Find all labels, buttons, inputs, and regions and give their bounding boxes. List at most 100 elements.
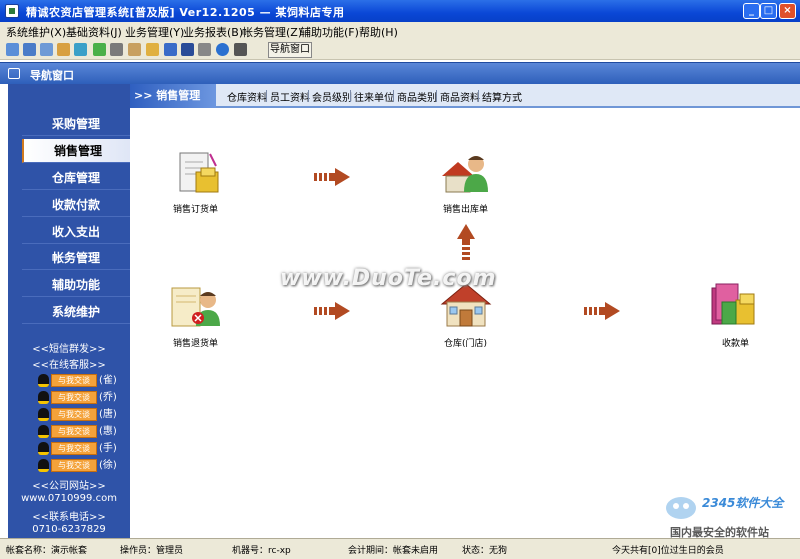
window-icon <box>8 68 20 79</box>
flow-arrow-right <box>584 302 620 320</box>
tab-product-category[interactable]: 商品类别 <box>397 89 437 104</box>
sales-order-label[interactable]: 销售订货单 <box>173 202 218 215</box>
menu-reports[interactable]: 业务报表(B) <box>183 24 243 40</box>
status-account: 帐套名称：演示帐套 <box>6 546 88 556</box>
watermark-logo-icon <box>666 497 696 519</box>
flow-arrow-right <box>314 302 350 320</box>
sales-return-label[interactable]: 销售退货单 <box>173 336 218 349</box>
tab-divider <box>436 90 437 102</box>
qq-contact-name: (乔) <box>99 392 117 403</box>
toolbar-monitor-icon[interactable] <box>74 43 87 56</box>
toolbar-box-icon[interactable] <box>128 43 141 56</box>
toolbar-exit-icon[interactable] <box>234 43 247 56</box>
sidebar-item-warehouse[interactable]: 仓库管理 <box>22 166 130 190</box>
sidebar-item-accounts[interactable]: 帐务管理 <box>22 246 130 270</box>
menu-help[interactable]: 帮助(H) <box>359 24 398 40</box>
toolbar-list-icon[interactable] <box>23 43 36 56</box>
receipt-icon[interactable] <box>708 282 760 330</box>
tab-settlement[interactable]: 结算方式 <box>482 89 522 104</box>
qq-contact[interactable]: 与我交谈 (徐) <box>38 459 122 472</box>
qq-contact[interactable]: 与我交谈 (乔) <box>38 391 122 404</box>
toolbar-tools-icon[interactable] <box>110 43 123 56</box>
qq-chat-button[interactable]: 与我交谈 <box>51 425 97 438</box>
sales-order-icon[interactable] <box>174 150 226 198</box>
nav-window-button[interactable]: 导航窗口 <box>268 42 312 58</box>
toolbar: 导航窗口 <box>0 40 800 60</box>
qq-contact[interactable]: 与我交谈 (唐) <box>38 408 122 421</box>
qq-contact-name: (手) <box>99 443 117 454</box>
menu-business[interactable]: 业务管理(Y) <box>125 24 184 40</box>
sidebar-item-system[interactable]: 系统维护 <box>22 300 130 324</box>
qq-chat-button[interactable]: 与我交谈 <box>51 408 97 421</box>
sidebar-item-purchase[interactable]: 采购管理 <box>22 112 130 136</box>
toolbar-mail-icon[interactable] <box>164 43 177 56</box>
qq-penguin-icon <box>38 459 49 472</box>
toolbar-help-icon[interactable] <box>216 43 229 56</box>
qq-chat-button[interactable]: 与我交谈 <box>51 442 97 455</box>
qq-chat-button[interactable]: 与我交谈 <box>51 391 97 404</box>
sidebar-item-payments[interactable]: 收款付款 <box>22 193 130 217</box>
flow-arrow-right <box>314 168 350 186</box>
toolbar-arrow-icon[interactable] <box>93 43 106 56</box>
status-period: 会计期间：帐套未启用 <box>348 546 439 556</box>
qq-contact[interactable]: 与我交谈 (惠) <box>38 425 122 438</box>
receipt-label[interactable]: 收款单 <box>722 336 749 349</box>
tab-warehouse-data[interactable]: 仓库资料 <box>227 89 267 104</box>
service-link[interactable]: <<在线客服>> <box>8 356 130 371</box>
sales-outbound-label[interactable]: 销售出库单 <box>443 202 488 215</box>
qq-penguin-icon <box>38 408 49 421</box>
qq-contact[interactable]: 与我交谈 (手) <box>38 442 122 455</box>
toolbar-export-icon[interactable] <box>146 43 159 56</box>
menu-utilities[interactable]: 辅助功能(F) <box>300 24 359 40</box>
toolbar-window-icon[interactable] <box>6 43 19 56</box>
qq-penguin-icon <box>38 374 49 387</box>
flow-arrow-up <box>457 224 475 260</box>
toolbar-save-icon[interactable] <box>181 43 194 56</box>
close-button[interactable]: × <box>779 3 796 19</box>
toolbar-table-icon[interactable] <box>40 43 53 56</box>
tab-divider <box>308 90 309 102</box>
tab-divider <box>393 90 394 102</box>
menu-system[interactable]: 系统维护(X) <box>6 24 66 40</box>
tab-employee-data[interactable]: 员工资料 <box>270 89 310 104</box>
sidebar: 采购管理 销售管理 仓库管理 收款付款 收入支出 帐务管理 辅助功能 系统维护 … <box>8 84 130 539</box>
nav-window-header: 导航窗口 <box>0 62 800 84</box>
tab-member-level[interactable]: 会员级别 <box>312 89 352 104</box>
sidebar-item-utilities[interactable]: 辅助功能 <box>22 273 130 297</box>
sales-return-icon[interactable] <box>170 284 222 332</box>
sidebar-item-income[interactable]: 收入支出 <box>22 220 130 244</box>
status-operator: 操作员：管理员 <box>120 546 184 556</box>
qq-contact[interactable]: 与我交谈 (雀) <box>38 374 122 387</box>
minimize-button[interactable]: _ <box>743 3 760 19</box>
toolbar-print-icon[interactable] <box>198 43 211 56</box>
website-link[interactable]: www.0710999.com <box>8 493 130 504</box>
qq-penguin-icon <box>38 391 49 404</box>
tab-divider <box>350 90 351 102</box>
menu-basic-data[interactable]: 基础资料(J) <box>66 24 122 40</box>
maximize-button[interactable]: □ <box>760 3 777 19</box>
qq-penguin-icon <box>38 425 49 438</box>
tab-divider <box>266 90 267 102</box>
sales-outbound-icon[interactable] <box>440 150 492 198</box>
qq-chat-button[interactable]: 与我交谈 <box>51 459 97 472</box>
sidebar-item-sales[interactable]: 销售管理 <box>22 139 130 163</box>
status-machine: 机器号：rc-xp <box>232 546 291 556</box>
qq-contact-name: (唐) <box>99 409 117 420</box>
phone-number: 0710-6237829 <box>32 524 106 535</box>
status-birthday: 今天共有[0]位过生日的会员 <box>612 546 724 556</box>
qq-contact-name: (惠) <box>99 426 117 437</box>
watermark-brand: 2345软件大全 <box>702 496 784 510</box>
toolbar-folder-icon[interactable] <box>57 43 70 56</box>
sms-link[interactable]: <<短信群发>> <box>8 340 130 355</box>
menu-bar: 系统维护(X) 基础资料(J) 业务管理(Y) 业务报表(B) 帐务管理(Z) … <box>0 22 800 40</box>
warehouse-label[interactable]: 仓库(门店) <box>444 336 487 349</box>
section-title: >> 销售管理 <box>130 84 216 108</box>
title-bar: 精诚农资店管理系统[普及版] Ver12.1205 — 某饲料店专用 _ □ × <box>0 0 800 22</box>
main-content: >> 销售管理 仓库资料 员工资料 会员级别 往来单位 商品类别 商品资料 结算… <box>130 84 800 539</box>
menu-accounts[interactable]: 帐务管理(Z) <box>242 24 302 40</box>
qq-chat-button[interactable]: 与我交谈 <box>51 374 97 387</box>
tab-partners[interactable]: 往来单位 <box>354 89 394 104</box>
status-state: 状态：无狗 <box>462 546 508 556</box>
tab-product-data[interactable]: 商品资料 <box>440 89 480 104</box>
window-title: 精诚农资店管理系统[普及版] Ver12.1205 — 某饲料店专用 <box>26 6 345 19</box>
